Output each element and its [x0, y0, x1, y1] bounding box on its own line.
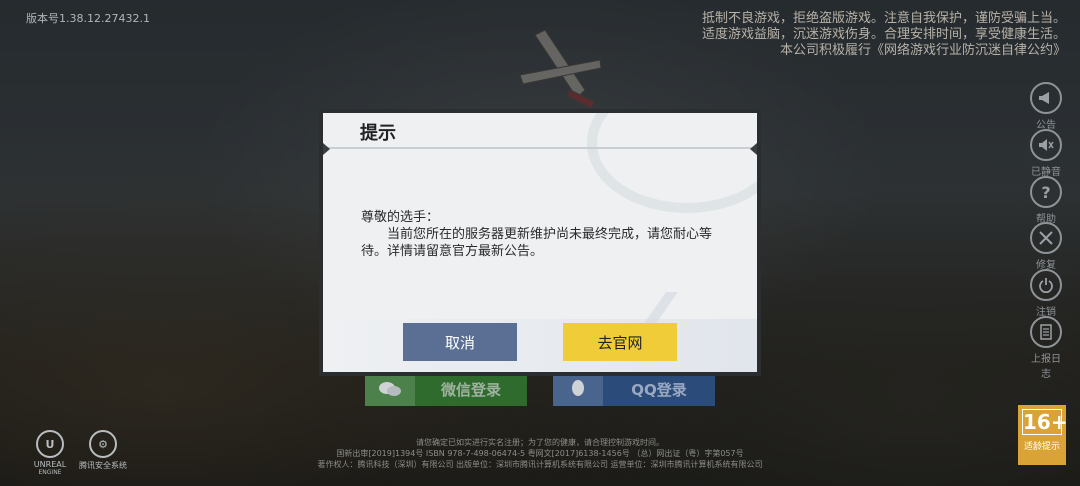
power-icon [1030, 269, 1062, 301]
unreal-engine-logo: U UNREAL ENGINE [28, 430, 72, 476]
age-rating-label: 适龄提示 [1023, 442, 1060, 452]
dialog-body: 当前您所在的服务器更新维护尚未最终完成，请您耐心等待。详情请留意官方最新公告。 [361, 227, 713, 259]
megaphone-icon [1030, 82, 1062, 114]
dialog-decoration [587, 113, 757, 213]
dialog-button-area [323, 319, 757, 372]
age-rating-badge[interactable]: 16+ 适龄提示 [1018, 405, 1068, 465]
help-button[interactable]: ? 帮助 [1028, 176, 1064, 225]
wechat-login-label: 微信登录 [440, 380, 501, 399]
security-system-logo: ⚙ 腾讯安全系统 [78, 430, 128, 471]
dialog-message: 尊敬的选手： 当前您所在的服务器更新维护尚未最终完成，请您耐心等待。详情请留意官… [361, 209, 731, 260]
health-notice: 抵制不良游戏，拒绝盗版游戏。注意自我保护，谨防受骗上当。 适度游戏益脑，沉迷游戏… [626, 11, 1066, 59]
repair-button[interactable]: 修复 [1028, 222, 1064, 271]
qq-login-label: QQ登录 [631, 380, 687, 399]
upload-log-button[interactable]: 上报日志 [1028, 316, 1064, 380]
side-menu-label: 上报日志 [1031, 354, 1061, 380]
dialog-greeting: 尊敬的选手： [361, 210, 440, 225]
cancel-button[interactable]: 取消 [403, 323, 517, 361]
shield-icon: ⚙ [89, 430, 117, 458]
help-icon: ? [1030, 176, 1062, 208]
logout-button[interactable]: 注销 [1028, 269, 1064, 318]
footer-realname-notice: 请您确定已如实进行实名注册；为了您的健康，请合理控制游戏时间。 [416, 438, 664, 447]
health-notice-line: 适度游戏益脑，沉迷游戏伤身。合理安排时间，享受健康生活。 [701, 27, 1066, 42]
health-notice-line: 本公司积极履行《网络游戏行业防沉迷自律公约》 [779, 43, 1066, 58]
footer-license: 国新出审[2019]1394号 ISBN 978-7-498-06474-5 粤… [336, 449, 744, 458]
log-icon [1030, 316, 1062, 348]
version-label: 版本号1.38.12.27432.1 [26, 12, 150, 25]
go-to-website-button[interactable]: 去官网 [563, 323, 677, 361]
footer-copyright: 著作权人：腾讯科技（深圳）有限公司 出版单位：深圳市腾讯计算机系统有限公司 运营… [317, 460, 763, 469]
repair-icon [1030, 222, 1062, 254]
dialog-panel: 提示 尊敬的选手： 当前您所在的服务器更新维护尚未最终完成，请您耐心等待。详情请… [323, 113, 757, 372]
announcement-button[interactable]: 公告 [1028, 82, 1064, 131]
notice-dialog: 提示 尊敬的选手： 当前您所在的服务器更新维护尚未最终完成，请您耐心等待。详情请… [319, 109, 761, 376]
mute-icon [1030, 129, 1062, 161]
unreal-logo-icon: U [36, 430, 64, 458]
health-notice-line: 抵制不良游戏，拒绝盗版游戏。注意自我保护，谨防受骗上当。 [701, 11, 1066, 26]
divider-marker-left [323, 143, 330, 155]
dialog-title: 提示 [360, 123, 396, 144]
age-rating-value: 16+ [1022, 409, 1068, 435]
qq-login-button[interactable]: QQ登录 [553, 372, 715, 406]
mute-button[interactable]: 已静音 [1028, 129, 1064, 178]
wechat-login-button[interactable]: 微信登录 [365, 372, 527, 406]
divider-marker-right [750, 143, 757, 155]
qq-icon [553, 372, 603, 406]
wechat-icon [365, 372, 415, 406]
title-divider [323, 147, 757, 149]
